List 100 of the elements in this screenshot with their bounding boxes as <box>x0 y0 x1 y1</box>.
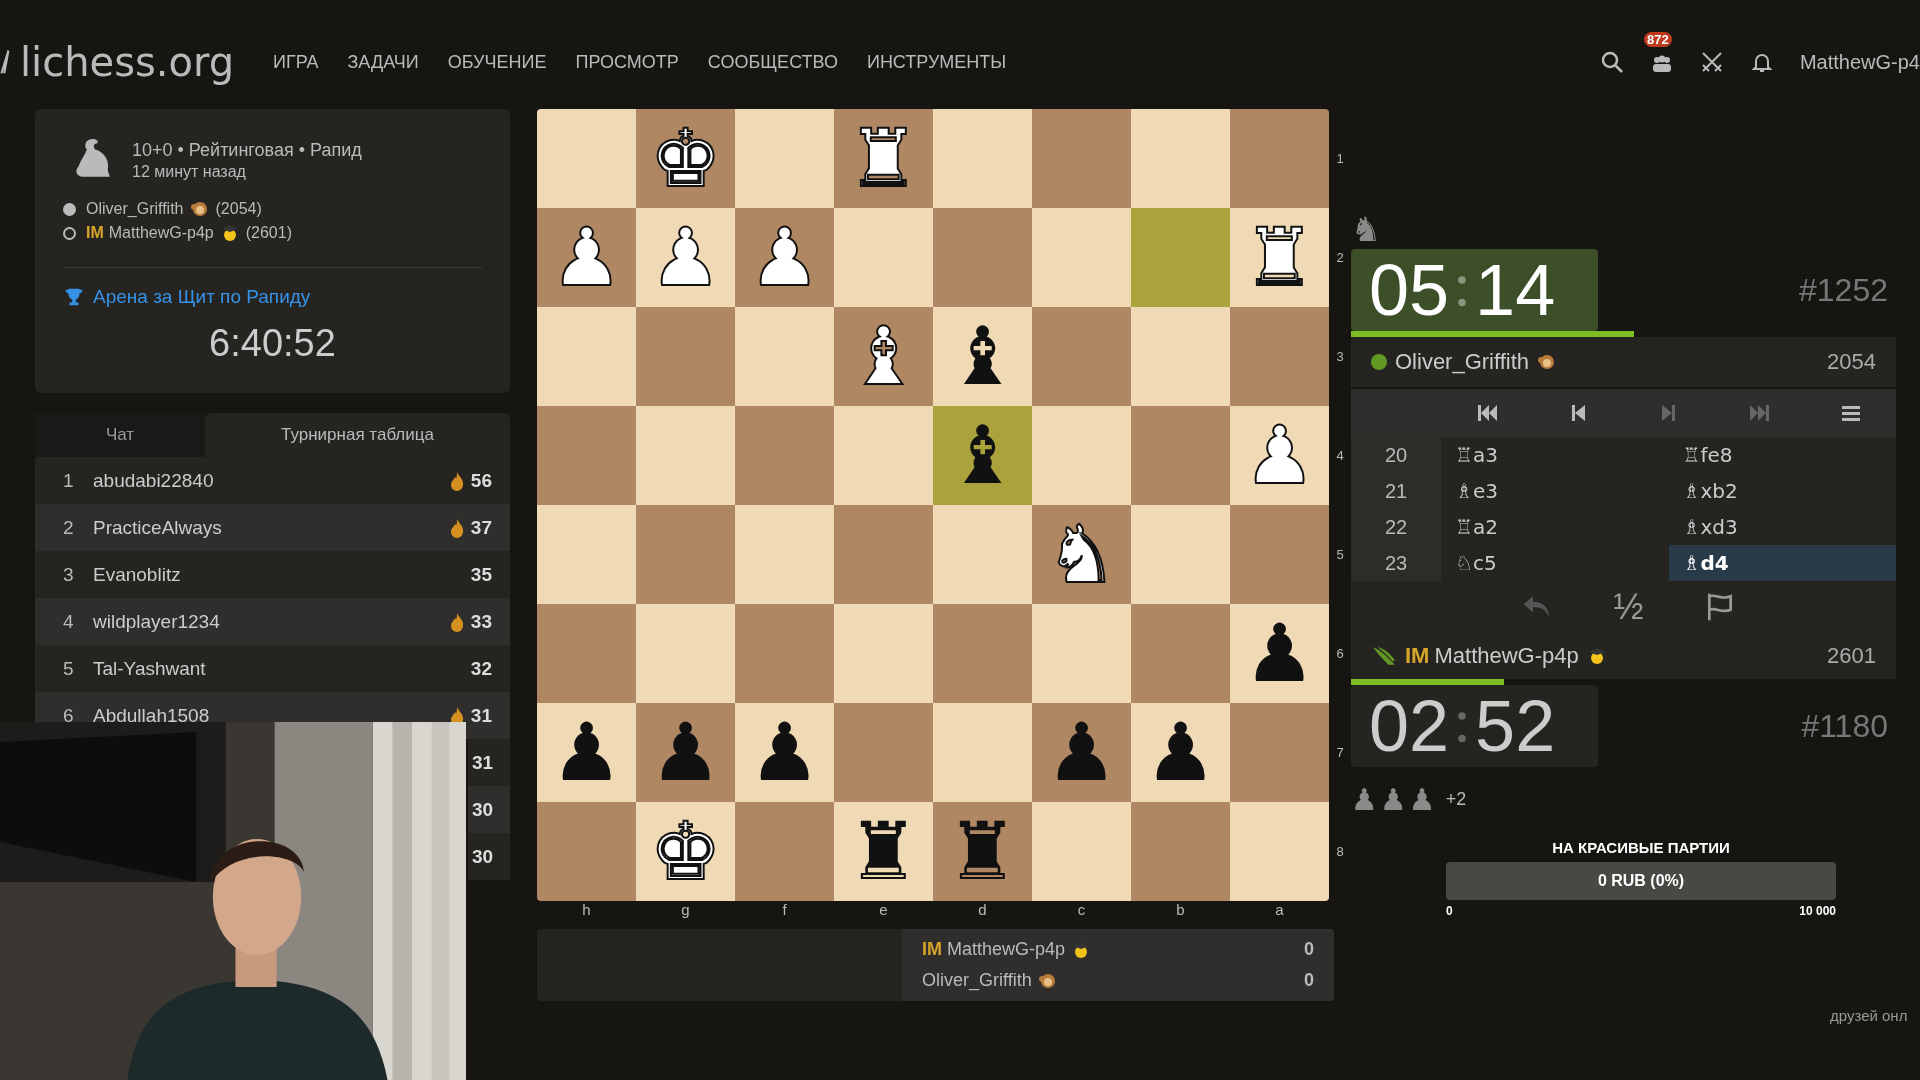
nav-link[interactable]: ОБУЧЕНИЕ <box>447 51 547 73</box>
board-square[interactable] <box>735 109 834 208</box>
board-square[interactable] <box>735 505 834 604</box>
board-square[interactable]: ♟ <box>735 703 834 802</box>
board-square[interactable] <box>1032 208 1131 307</box>
search-icon[interactable] <box>1599 50 1624 74</box>
board-square[interactable] <box>1230 307 1329 406</box>
board-square[interactable] <box>1230 505 1329 604</box>
site-logo[interactable]: lichess.org <box>20 39 235 85</box>
board-square[interactable] <box>1230 802 1329 901</box>
move[interactable]: ♗d4 <box>1668 545 1896 581</box>
user-menu[interactable]: MatthewG-p4 <box>1799 50 1920 74</box>
move[interactable]: ♗e3 <box>1441 473 1669 509</box>
board-square[interactable]: ♟ <box>1230 604 1329 703</box>
board-square[interactable] <box>1032 802 1131 901</box>
board-square[interactable] <box>735 802 834 901</box>
move[interactable]: ♖fe8 <box>1668 437 1896 473</box>
move[interactable]: ♖a3 <box>1441 437 1669 473</box>
player-name[interactable]: Oliver_Griffith <box>1395 349 1530 375</box>
chess-piece[interactable]: ♟ <box>748 712 821 793</box>
board-square[interactable] <box>537 109 636 208</box>
board-square[interactable]: ♟ <box>636 703 735 802</box>
board-square[interactable] <box>1131 802 1230 901</box>
board-square[interactable] <box>1131 307 1230 406</box>
standings-row[interactable]: 31 <box>468 739 510 786</box>
chess-piece[interactable]: ♟ <box>649 712 722 793</box>
chess-piece[interactable]: ♜ <box>847 811 920 892</box>
board-square[interactable] <box>537 307 636 406</box>
board-square[interactable] <box>1032 109 1131 208</box>
board-square[interactable] <box>537 802 636 901</box>
swords-icon[interactable] <box>1699 50 1724 74</box>
board-square[interactable]: ♝ <box>933 307 1032 406</box>
board-square[interactable] <box>1230 109 1329 208</box>
nav-link[interactable]: ПРОСМОТР <box>575 51 679 73</box>
nav-link[interactable]: ЗАДАЧИ <box>347 51 419 73</box>
panel-tab[interactable]: Турнирная таблица <box>205 413 510 457</box>
standings-row[interactable]: 4 wildplayer1234 33 <box>35 598 510 645</box>
board-square[interactable] <box>735 307 834 406</box>
board-square[interactable] <box>1131 208 1230 307</box>
player-name[interactable]: IM MatthewG-p4p <box>1405 643 1579 669</box>
standings-row[interactable]: 30 <box>468 786 510 833</box>
move[interactable]: ♗xd3 <box>1668 509 1896 545</box>
board-square[interactable]: ♜ <box>933 802 1032 901</box>
board-square[interactable] <box>834 406 933 505</box>
board-square[interactable] <box>636 505 735 604</box>
board-square[interactable] <box>1032 406 1131 505</box>
board-square[interactable] <box>636 307 735 406</box>
standings-row[interactable]: 1 abudabi22840 56 <box>35 457 510 504</box>
friends-online-link[interactable]: друзей онл <box>1830 1007 1908 1024</box>
board-square[interactable] <box>1131 505 1230 604</box>
standings-row[interactable]: 3 Evanoblitz 35 <box>35 551 510 598</box>
chess-piece[interactable]: ♝ <box>946 316 1019 397</box>
board-square[interactable] <box>537 505 636 604</box>
board-square[interactable] <box>1032 604 1131 703</box>
board-square[interactable] <box>537 604 636 703</box>
board-square[interactable] <box>933 109 1032 208</box>
board-square[interactable]: ♟ <box>537 703 636 802</box>
board-square[interactable] <box>1131 604 1230 703</box>
board-square[interactable] <box>834 208 933 307</box>
chess-piece[interactable]: ♜ <box>946 811 1019 892</box>
move[interactable]: ♗xb2 <box>1668 473 1896 509</box>
board-square[interactable] <box>834 505 933 604</box>
chess-piece[interactable]: ♟ <box>550 712 623 793</box>
board-square[interactable] <box>1131 406 1230 505</box>
move[interactable]: ♘c5 <box>1441 545 1669 581</box>
board-square[interactable]: ♟ <box>1131 703 1230 802</box>
board-square[interactable] <box>834 604 933 703</box>
player-name[interactable]: Oliver_Griffith <box>86 200 184 218</box>
player-name[interactable]: IM MatthewG-p4p <box>922 939 1066 960</box>
chess-board[interactable]: ♚ ♜ ♟ ♟ ♟ ♜ ♝ ♝ ♝ ♟ ♞ ♟ ♟ ♟ ♟ ♟ ♟ ♚ ♜ ♜ <box>537 109 1329 901</box>
player-name[interactable]: IM MatthewG-p4p <box>86 224 214 242</box>
chess-piece[interactable]: ♟ <box>1144 712 1217 793</box>
offer-draw-button[interactable]: ½ <box>1613 586 1644 628</box>
board-square[interactable] <box>1032 307 1131 406</box>
move[interactable]: ♖a2 <box>1441 509 1669 545</box>
nav-link[interactable]: ИГРА <box>273 51 319 73</box>
chess-piece[interactable]: ♟ <box>1243 613 1316 694</box>
board-square[interactable] <box>933 703 1032 802</box>
board-square[interactable] <box>1230 703 1329 802</box>
panel-tab[interactable]: Чат <box>35 413 205 457</box>
board-square[interactable] <box>735 406 834 505</box>
player-name[interactable]: Oliver_Griffith <box>922 970 1032 991</box>
board-square[interactable] <box>636 604 735 703</box>
board-square[interactable]: ♝ <box>933 406 1032 505</box>
standings-row[interactable]: 5 Tal-Yashwant 32 <box>35 645 510 692</box>
tournament-link[interactable]: Арена за Щит по Рапиду <box>93 286 311 308</box>
board-square[interactable] <box>537 406 636 505</box>
chess-piece[interactable]: ♟ <box>1045 712 1118 793</box>
board-square[interactable]: ♜ <box>834 802 933 901</box>
chess-piece[interactable]: ♝ <box>946 415 1019 496</box>
board-square[interactable] <box>735 604 834 703</box>
board-square[interactable] <box>1131 109 1230 208</box>
nav-link[interactable]: СООБЩЕСТВО <box>707 51 838 73</box>
standings-row[interactable]: 2 PracticeAlways 37 <box>35 504 510 551</box>
board-square[interactable]: ♟ <box>1032 703 1131 802</box>
board-square[interactable] <box>834 703 933 802</box>
board-square[interactable] <box>933 604 1032 703</box>
board-square[interactable] <box>933 208 1032 307</box>
board-square[interactable] <box>933 505 1032 604</box>
nav-link[interactable]: ИНСТРУМЕНТЫ <box>866 51 1007 73</box>
